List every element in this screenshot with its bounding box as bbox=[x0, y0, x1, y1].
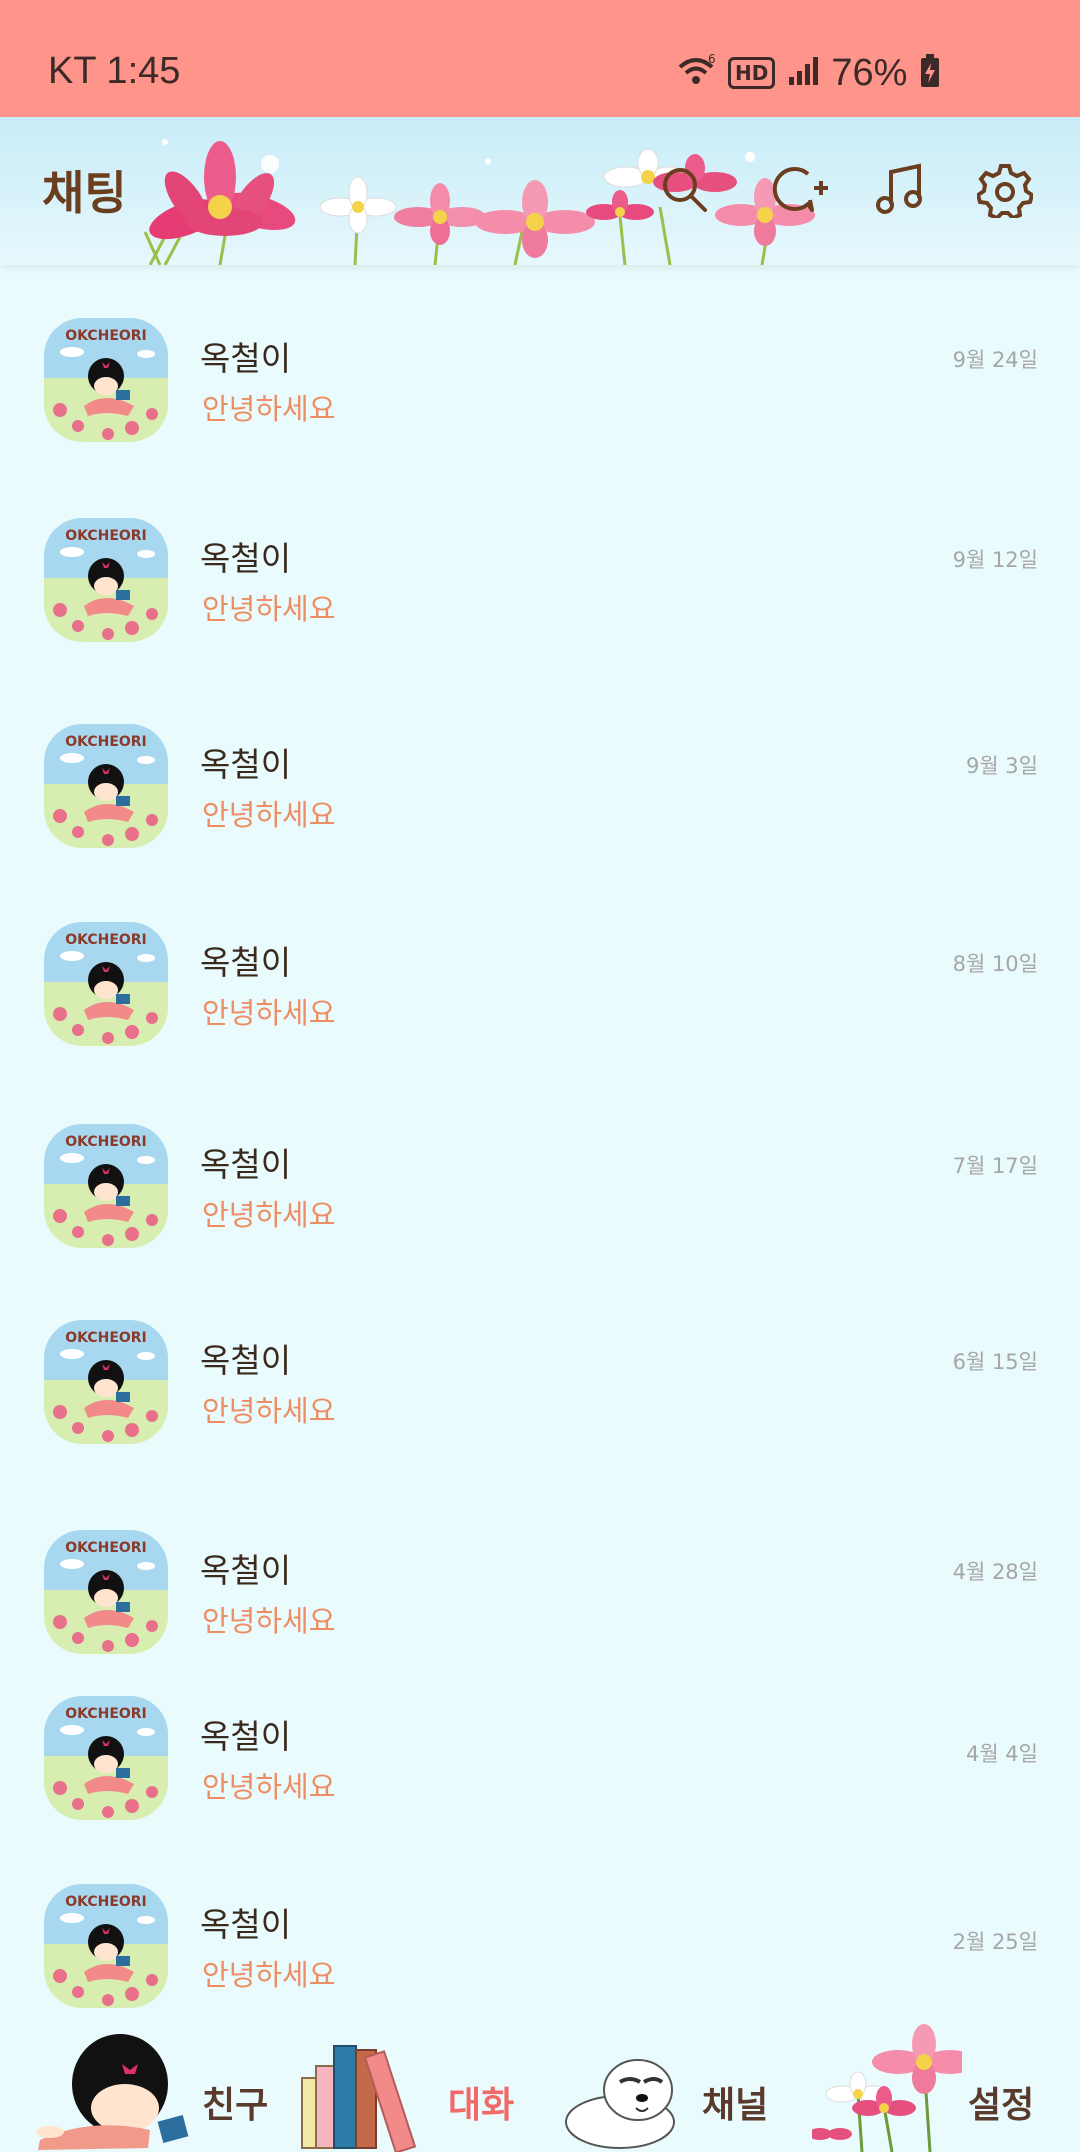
signal-icon bbox=[787, 55, 819, 91]
chat-list-item[interactable]: OKCHEORI 옥철이 안녕하세요 9월 3일 bbox=[0, 724, 1080, 874]
puppy-icon bbox=[565, 2059, 675, 2149]
chat-name: 옥철이 bbox=[200, 943, 292, 982]
wifi-icon: 6 bbox=[676, 52, 716, 93]
cosmos-flower-icon bbox=[812, 2024, 962, 2152]
avatar: OKCHEORI bbox=[44, 318, 168, 442]
tab-chats[interactable]: 대화 bbox=[296, 2022, 536, 2152]
chat-name: 옥철이 bbox=[200, 339, 292, 378]
tab-label: 대화 bbox=[448, 2085, 515, 2126]
bottom-nav: 친구 대화 채널 설정 bbox=[0, 2022, 1080, 2152]
chat-name: 옥철이 bbox=[200, 745, 292, 784]
chat-list-item[interactable]: OKCHEORI 옥철이 안녕하세요 9월 24일 bbox=[0, 318, 1080, 468]
avatar-label: OKCHEORI bbox=[65, 328, 147, 344]
chat-name: 옥철이 bbox=[200, 1145, 292, 1184]
svg-text:6: 6 bbox=[708, 53, 716, 66]
battery-charging-icon bbox=[919, 54, 941, 92]
avatar: OKCHEORI bbox=[44, 922, 168, 1046]
carrier-time: KT 1:45 bbox=[48, 50, 181, 92]
avatar: OKCHEORI bbox=[44, 518, 168, 642]
chat-list-item[interactable]: OKCHEORI 옥철이 안녕하세요 8월 10일 bbox=[0, 922, 1080, 1072]
status-bar: KT 1:45 6 HD 76% bbox=[0, 0, 1080, 117]
search-button[interactable] bbox=[650, 155, 720, 225]
new-chat-icon bbox=[772, 167, 828, 212]
avatar-label: OKCHEORI bbox=[65, 734, 147, 750]
hd-badge: HD bbox=[728, 57, 776, 89]
tab-label: 친구 bbox=[202, 2085, 269, 2126]
chat-last-message: 안녕하세요 bbox=[202, 1394, 336, 1428]
chat-date: 2월 25일 bbox=[952, 1930, 1038, 1954]
new-chat-button[interactable] bbox=[765, 155, 835, 225]
chat-last-message: 안녕하세요 bbox=[202, 1958, 336, 1992]
status-icons: 6 HD 76% bbox=[676, 48, 941, 98]
chat-date: 9월 12일 bbox=[952, 548, 1038, 572]
chat-last-message: 안녕하세요 bbox=[202, 1604, 336, 1638]
chat-list-item[interactable]: OKCHEORI 옥철이 안녕하세요 6월 15일 bbox=[0, 1320, 1080, 1470]
avatar-label: OKCHEORI bbox=[65, 1706, 147, 1722]
avatar: OKCHEORI bbox=[44, 1124, 168, 1248]
chat-last-message: 안녕하세요 bbox=[202, 1770, 336, 1804]
chat-list-item[interactable]: OKCHEORI 옥철이 안녕하세요 4월 28일 bbox=[0, 1530, 1080, 1680]
battery-percent: 76% bbox=[831, 51, 908, 94]
chat-date: 4월 28일 bbox=[952, 1560, 1038, 1584]
header: 채팅 bbox=[0, 117, 1080, 265]
chat-date: 7월 17일 bbox=[952, 1154, 1038, 1178]
avatar-label: OKCHEORI bbox=[65, 1134, 147, 1150]
avatar: OKCHEORI bbox=[44, 1530, 168, 1654]
avatar-label: OKCHEORI bbox=[65, 528, 147, 544]
avatar: OKCHEORI bbox=[44, 724, 168, 848]
settings-button[interactable] bbox=[970, 155, 1040, 225]
settings-icon bbox=[977, 164, 1033, 218]
avatar-label: OKCHEORI bbox=[65, 1540, 147, 1556]
chat-name: 옥철이 bbox=[200, 1717, 292, 1756]
search-icon bbox=[663, 168, 707, 212]
chat-last-message: 안녕하세요 bbox=[202, 592, 336, 626]
chat-date: 9월 3일 bbox=[965, 754, 1038, 778]
books-icon bbox=[301, 2045, 417, 2152]
chat-list-item[interactable]: OKCHEORI 옥철이 안녕하세요 2월 25일 bbox=[0, 1884, 1080, 2034]
chat-list-item[interactable]: OKCHEORI 옥철이 안녕하세요 9월 12일 bbox=[0, 518, 1080, 668]
music-icon bbox=[876, 163, 922, 214]
chat-name: 옥철이 bbox=[200, 1341, 292, 1380]
tab-settings[interactable]: 설정 bbox=[812, 2022, 1062, 2152]
tab-label: 설정 bbox=[968, 2085, 1035, 2126]
chat-date: 9월 24일 bbox=[952, 348, 1038, 372]
avatar-label: OKCHEORI bbox=[65, 1894, 147, 1910]
chat-name: 옥철이 bbox=[200, 1905, 292, 1944]
chat-name: 옥철이 bbox=[200, 539, 292, 578]
avatar: OKCHEORI bbox=[44, 1696, 168, 1820]
avatar: OKCHEORI bbox=[44, 1884, 168, 2008]
cosmos-flowers-decoration bbox=[143, 139, 815, 265]
tab-channel[interactable]: 채널 bbox=[560, 2022, 800, 2152]
chat-list-item[interactable]: OKCHEORI 옥철이 안녕하세요 4월 4일 bbox=[0, 1696, 1080, 1846]
girl-reading-icon bbox=[36, 2034, 189, 2150]
page-title: 채팅 bbox=[42, 166, 127, 220]
chat-list-item[interactable]: OKCHEORI 옥철이 안녕하세요 7월 17일 bbox=[0, 1124, 1080, 1274]
music-button[interactable] bbox=[866, 155, 936, 225]
avatar-label: OKCHEORI bbox=[65, 1330, 147, 1346]
chat-last-message: 안녕하세요 bbox=[202, 392, 336, 426]
chat-name: 옥철이 bbox=[200, 1551, 292, 1590]
tab-label: 채널 bbox=[702, 2085, 769, 2126]
chat-last-message: 안녕하세요 bbox=[202, 996, 336, 1030]
avatar-label: OKCHEORI bbox=[65, 932, 147, 948]
chat-last-message: 안녕하세요 bbox=[202, 798, 336, 832]
chat-last-message: 안녕하세요 bbox=[202, 1198, 336, 1232]
avatar: OKCHEORI bbox=[44, 1320, 168, 1444]
chat-date: 6월 15일 bbox=[952, 1350, 1038, 1374]
chat-date: 8월 10일 bbox=[952, 952, 1038, 976]
chat-date: 4월 4일 bbox=[965, 1742, 1038, 1766]
tab-friends[interactable]: 친구 bbox=[30, 2022, 270, 2152]
